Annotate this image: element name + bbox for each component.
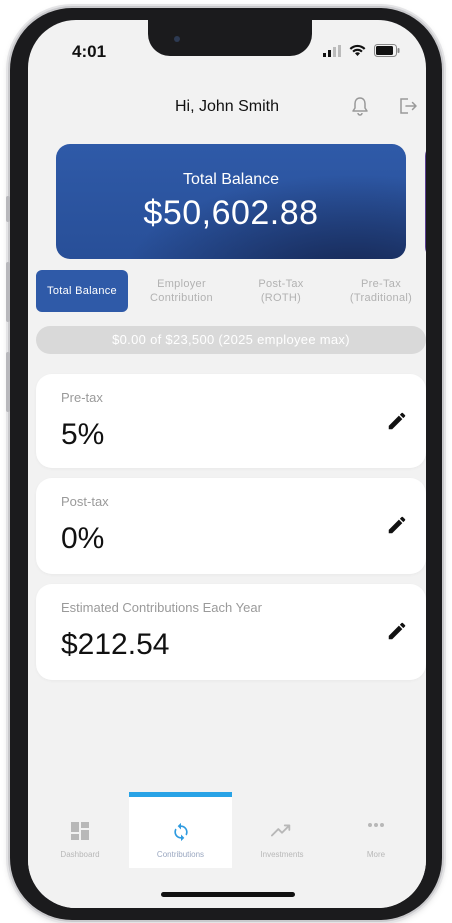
nav-label: More: [366, 850, 386, 859]
pre-tax-card: Pre-tax 5%: [36, 374, 426, 468]
balance-amount: $50,602.88: [143, 194, 319, 232]
card-value: 0%: [61, 522, 105, 555]
estimated-contributions-card: Estimated Contributions Each Year $212.5…: [36, 584, 426, 680]
battery-icon: [374, 44, 400, 57]
tab-total-balance[interactable]: Total Balance: [36, 270, 128, 312]
nav-label: Dashboard: [60, 850, 100, 859]
side-button: [6, 262, 10, 322]
card-value: 5%: [61, 418, 105, 451]
nav-item-more[interactable]: More: [326, 792, 426, 868]
card-label: Pre-tax: [61, 390, 103, 405]
contribution-limit-bar: $0.00 of $23,500 (2025 employee max): [36, 326, 426, 354]
home-indicator[interactable]: [161, 892, 295, 897]
nav-item-contributions[interactable]: Contributions: [129, 792, 232, 868]
card-value: $212.54: [61, 628, 170, 661]
side-button: [6, 196, 10, 222]
post-tax-card: Post-tax 0%: [36, 478, 426, 574]
bottom-navigation: Dashboard Contributions Investments More: [28, 792, 426, 908]
next-balance-card-peek[interactable]: [425, 144, 426, 259]
cellular-signal-icon: [323, 44, 341, 57]
trending-up-icon: [271, 824, 291, 837]
balance-label: Total Balance: [182, 171, 280, 188]
logout-icon[interactable]: [396, 94, 420, 118]
nav-label: Investments: [260, 850, 304, 859]
active-tab-indicator: [129, 792, 232, 797]
tab-post-tax-roth[interactable]: Post-Tax (ROTH): [241, 270, 321, 312]
balance-type-tabs: Total Balance Employer Contribution Post…: [36, 270, 426, 312]
edit-pencil-icon[interactable]: [386, 410, 408, 432]
wifi-icon: [349, 44, 366, 56]
side-button: [6, 352, 10, 412]
camera-notch: [148, 20, 312, 56]
app-screen: 4:01 Hi, John Smith Total Balance $50,60…: [28, 20, 426, 908]
status-icons: [323, 44, 400, 57]
sync-arrows-icon: [173, 822, 188, 842]
status-time: 4:01: [72, 42, 107, 61]
tab-employer-contribution[interactable]: Employer Contribution: [134, 270, 229, 312]
nav-item-dashboard[interactable]: Dashboard: [30, 792, 130, 868]
card-label: Post-tax: [61, 494, 109, 509]
notification-bell-icon[interactable]: [348, 94, 372, 118]
edit-pencil-icon[interactable]: [386, 620, 408, 642]
more-dots-icon: [368, 823, 384, 827]
nav-label: Contributions: [156, 850, 205, 859]
total-balance-card[interactable]: Total Balance $50,602.88: [56, 144, 406, 259]
dashboard-grid-icon: [71, 822, 89, 840]
edit-pencil-icon[interactable]: [386, 514, 408, 536]
tab-pre-tax-traditional[interactable]: Pre-Tax (Traditional): [336, 270, 426, 312]
card-label: Estimated Contributions Each Year: [61, 600, 262, 615]
nav-item-investments[interactable]: Investments: [232, 792, 332, 868]
